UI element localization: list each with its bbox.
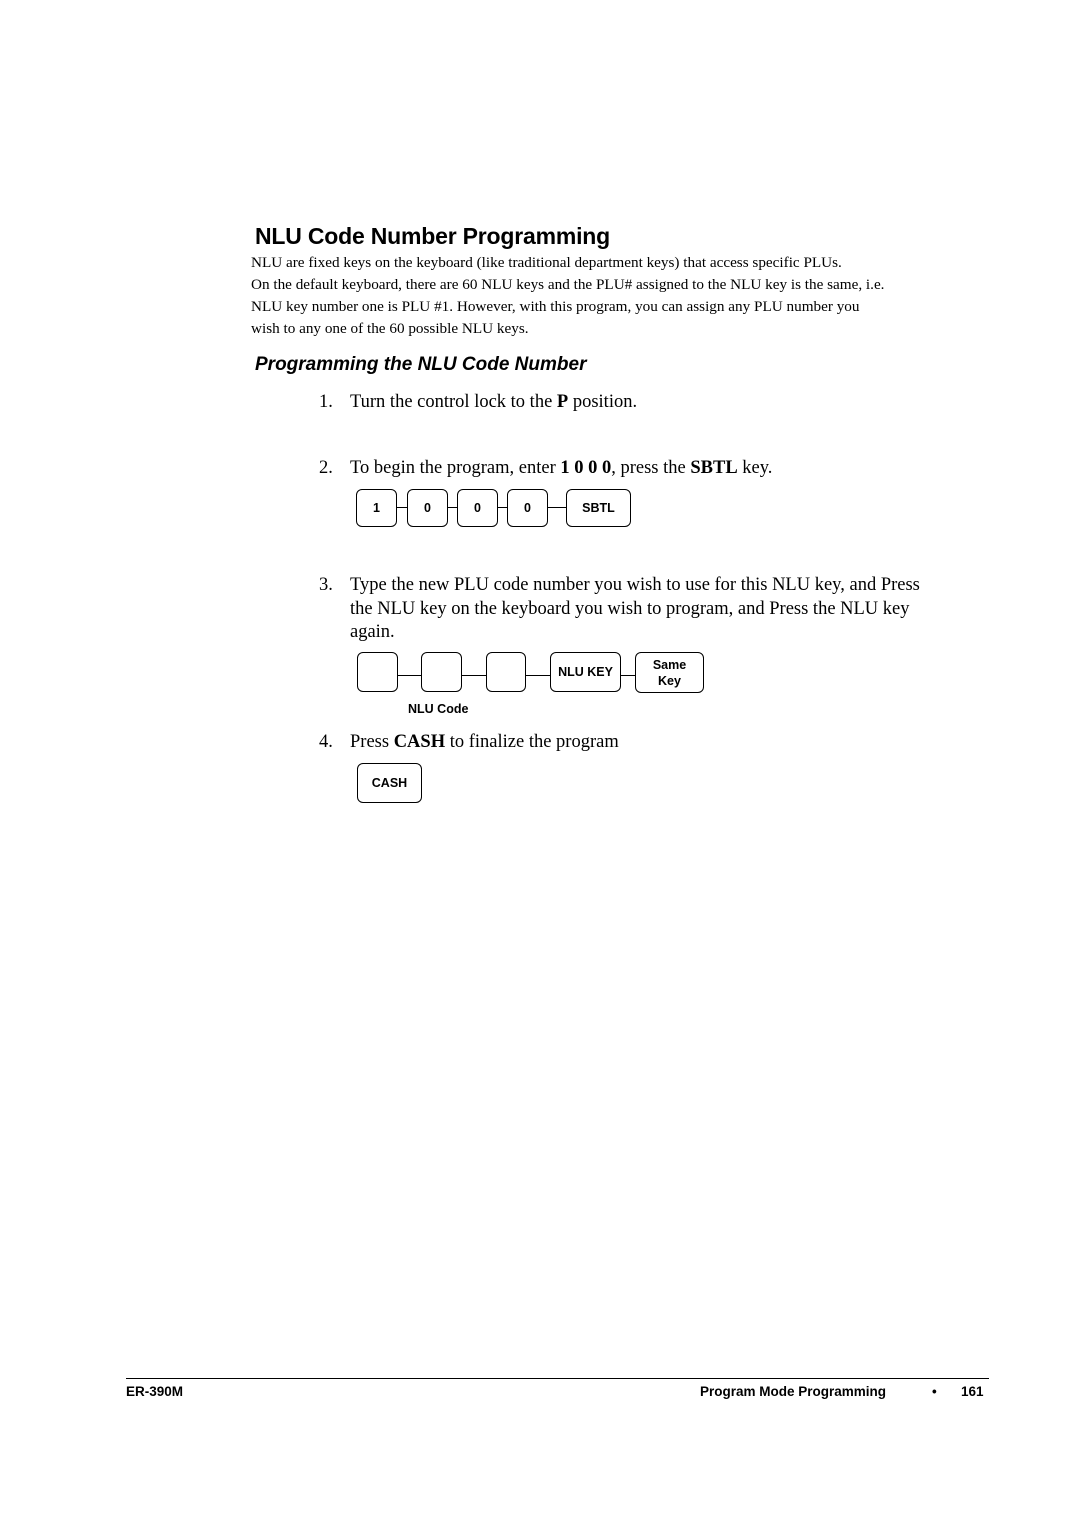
footer-section: Program Mode Programming bbox=[700, 1384, 887, 1399]
step-text-part: position. bbox=[568, 392, 638, 412]
nlu-code-digit-key bbox=[421, 652, 462, 692]
step-text-line: Type the new PLU code number you wish to… bbox=[350, 575, 920, 595]
step-text-bold: 1 0 0 0 bbox=[560, 458, 612, 478]
key-0: 0 bbox=[457, 489, 498, 527]
footer-model: ER-390M bbox=[126, 1384, 184, 1399]
step-text-bold: CASH bbox=[393, 732, 446, 752]
step-text-line: the NLU key on the keyboard you wish to … bbox=[350, 598, 910, 619]
key-connector bbox=[448, 507, 457, 508]
intro-line: NLU are fixed keys on the keyboard (like… bbox=[251, 254, 842, 271]
key-connector bbox=[621, 675, 635, 676]
key-connector bbox=[397, 507, 407, 508]
page-title: NLU Code Number Programming bbox=[255, 223, 610, 249]
step-text-part: To begin the program, enter bbox=[350, 458, 561, 478]
nlu-code-caption: NLU Code bbox=[408, 702, 469, 716]
key-connector bbox=[462, 675, 486, 676]
intro-line: wish to any one of the 60 possible NLU k… bbox=[251, 320, 529, 337]
step-number: 2. bbox=[319, 458, 333, 478]
intro-line: NLU key number one is PLU #1. However, w… bbox=[251, 298, 860, 315]
key-0: 0 bbox=[507, 489, 548, 527]
step-text-part: key. bbox=[737, 458, 773, 478]
section-subtitle: Programming the NLU Code Number bbox=[255, 354, 587, 375]
key-sbtl: SBTL bbox=[566, 489, 631, 527]
same-key-label-line: Same bbox=[652, 657, 687, 672]
step-text-bold: SBTL bbox=[690, 458, 738, 478]
step-text: To begin the program, enter 1 0 0 0, pre… bbox=[350, 457, 772, 481]
key-connector bbox=[526, 675, 550, 676]
step-text: Press CASH to finalize the program bbox=[350, 731, 619, 755]
nlu-code-digit-key bbox=[357, 652, 398, 692]
page-number: 161 bbox=[961, 1384, 984, 1399]
intro-paragraph: NLU are fixed keys on the keyboard (like… bbox=[251, 252, 1011, 340]
key-cash: CASH bbox=[357, 763, 422, 803]
step-number: 3. bbox=[319, 575, 333, 595]
nlu-key: NLU KEY bbox=[550, 652, 621, 692]
step-text: Turn the control lock to the P position. bbox=[350, 391, 637, 415]
step-text-part: Turn the control lock to the bbox=[350, 392, 557, 412]
step-text-line: again. bbox=[350, 622, 395, 642]
same-key: Same Key bbox=[635, 652, 704, 693]
key-0: 0 bbox=[407, 489, 448, 527]
key-1: 1 bbox=[356, 489, 397, 527]
footer-bullet-icon: • bbox=[932, 1384, 937, 1399]
key-connector bbox=[498, 507, 507, 508]
footer-divider bbox=[126, 1378, 989, 1379]
nlu-code-digit-key bbox=[486, 652, 526, 692]
intro-line: On the default keyboard, there are 60 NL… bbox=[251, 276, 885, 293]
step-text-bold: P bbox=[556, 392, 569, 412]
step-text-part: to finalize the program bbox=[445, 732, 619, 752]
key-connector bbox=[548, 507, 566, 508]
key-connector bbox=[398, 675, 421, 676]
step-text-part: , press the bbox=[611, 458, 691, 478]
step-number: 1. bbox=[319, 392, 333, 412]
step-number: 4. bbox=[319, 732, 333, 752]
same-key-label-line: Key bbox=[658, 673, 681, 688]
step-text-part: Press bbox=[350, 732, 394, 752]
